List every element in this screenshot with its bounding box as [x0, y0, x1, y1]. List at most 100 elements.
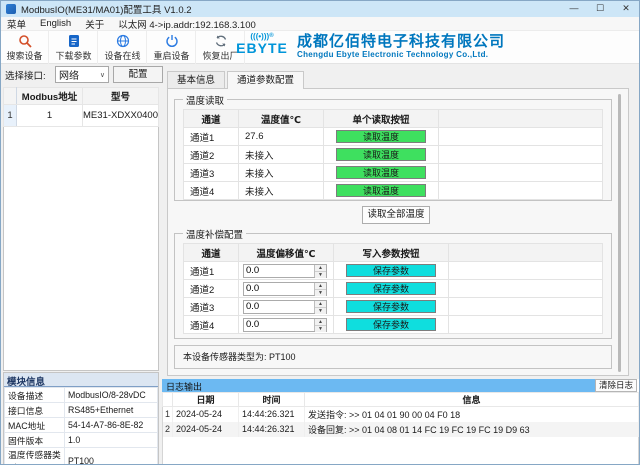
- spin-down-icon[interactable]: ▼: [315, 272, 326, 278]
- interface-select-value: 网络: [59, 67, 79, 82]
- device-row[interactable]: 1 1 ME31-XDXX0400: [4, 104, 159, 126]
- save-params-button[interactable]: 保存参数: [346, 282, 436, 295]
- offset-input[interactable]: [244, 301, 314, 313]
- col-model: 型号: [83, 88, 159, 105]
- menu-item-about[interactable]: 关于: [85, 17, 104, 31]
- offset-input[interactable]: [244, 283, 314, 295]
- search-icon: [18, 34, 32, 48]
- window-controls: — ☐ ✕: [561, 1, 639, 17]
- log-title: 日志输出: [162, 379, 596, 392]
- page-scrollbar[interactable]: [618, 94, 621, 372]
- toolbar-button-label: 下载参数: [55, 49, 91, 62]
- chevron-down-icon: ∨: [100, 71, 105, 79]
- toolbar-button-label: 重启设备: [153, 49, 189, 62]
- module-info-table: 设备描述ModbusIO/8-28vDC 接口信息RS485+Ethernet …: [4, 387, 158, 465]
- channel-label: 通道1: [184, 262, 239, 280]
- read-all-temps-button[interactable]: 读取全部温度: [362, 206, 430, 224]
- temp-value: 未接入: [239, 146, 324, 164]
- title-bar: ModbusIO(ME31/MA01)配置工具 V1.0.2 — ☐ ✕: [1, 1, 639, 17]
- tab-channel-params[interactable]: 通道参数配置: [227, 71, 304, 89]
- menu-item-ethernet-ip[interactable]: 以太网 4->ip.addr:192.168.3.100: [118, 17, 256, 31]
- log-table-header: 日期 时间 信息: [163, 393, 639, 407]
- module-info-title: 模块信息: [4, 373, 158, 387]
- log-row-number: 2: [163, 422, 173, 437]
- col-empty: [449, 244, 603, 262]
- info-value: ModbusIO/8-28vDC: [65, 388, 158, 403]
- clear-log-button[interactable]: 清除日志: [595, 379, 637, 392]
- registered-mark: ®: [269, 33, 273, 39]
- temp-read-row: 通道4 未接入 读取温度: [184, 182, 603, 200]
- menu-item-english[interactable]: English: [40, 18, 71, 29]
- save-params-button[interactable]: 保存参数: [346, 318, 436, 331]
- sensor-type-note: 本设备传感器类型为: PT100: [174, 345, 612, 369]
- interface-select[interactable]: 网络 ∨: [55, 66, 109, 83]
- offset-input[interactable]: [244, 319, 314, 331]
- spin-up-icon[interactable]: ▲: [315, 283, 326, 290]
- col-write-button: 写入参数按钮: [334, 244, 449, 262]
- spin-up-icon[interactable]: ▲: [315, 301, 326, 308]
- temp-read-header: 通道 温度值℃ 单个读取按钮: [184, 110, 603, 128]
- device-modbus-address: 1: [17, 104, 83, 126]
- read-temp-button[interactable]: 读取温度: [336, 184, 426, 197]
- interface-label: 选择接口:: [5, 68, 46, 82]
- save-params-button[interactable]: 保存参数: [346, 264, 436, 277]
- minimize-button[interactable]: —: [561, 1, 587, 17]
- channel-label: 通道4: [184, 182, 239, 200]
- module-info-row: MAC地址54-14-A7-86-8E-82: [5, 418, 158, 433]
- refresh-icon: [214, 34, 228, 48]
- read-temp-button[interactable]: 读取温度: [336, 166, 426, 179]
- spin-up-icon[interactable]: ▲: [315, 319, 326, 326]
- log-date: 2024-05-24: [173, 407, 239, 422]
- log-message: 设备回复: >> 01 04 08 01 14 FC 19 FC 19 FC 1…: [305, 422, 639, 437]
- ebyte-wordmark: EBYTE: [231, 41, 293, 55]
- info-label: MAC地址: [5, 418, 65, 433]
- info-label: 接口信息: [5, 403, 65, 418]
- close-button[interactable]: ✕: [613, 1, 639, 17]
- maximize-button[interactable]: ☐: [587, 1, 613, 17]
- temp-value: 未接入: [239, 182, 324, 200]
- save-params-button[interactable]: 保存参数: [346, 300, 436, 313]
- config-button[interactable]: 配置: [113, 66, 163, 83]
- temp-comp-group: 温度补偿配置 通道 温度偏移值℃ 写入参数按钮 通道1 ▲▼ 保存参数 通道2 …: [174, 233, 612, 339]
- app-window: ModbusIO(ME31/MA01)配置工具 V1.0.2 — ☐ ✕ 菜单 …: [0, 0, 640, 465]
- globe-icon: [116, 34, 130, 48]
- download-params-button[interactable]: 下载参数: [50, 31, 98, 64]
- offset-input[interactable]: [244, 265, 314, 277]
- module-info-panel: 模块信息 设备描述ModbusIO/8-28vDC 接口信息RS485+Ethe…: [3, 372, 159, 465]
- channel-label: 通道2: [184, 280, 239, 298]
- tab-basic-info[interactable]: 基本信息: [167, 71, 225, 88]
- channel-params-page: 温度读取 通道 温度值℃ 单个读取按钮 通道1 27.6 读取温度 通道2 未接…: [167, 88, 629, 376]
- log-empty-area: [163, 437, 639, 465]
- info-label: 温度传感器类型: [5, 448, 65, 465]
- info-label: 设备描述: [5, 388, 65, 403]
- spin-down-icon[interactable]: ▼: [315, 326, 326, 332]
- device-online-button[interactable]: 设备在线: [99, 31, 147, 64]
- toolbar-button-label: 设备在线: [104, 49, 140, 62]
- spin-down-icon[interactable]: ▼: [315, 290, 326, 296]
- spin-up-icon[interactable]: ▲: [315, 265, 326, 272]
- device-model: ME31-XDXX0400: [83, 104, 159, 126]
- col-offset-value: 温度偏移值℃: [239, 244, 334, 262]
- read-temp-button[interactable]: 读取温度: [336, 130, 426, 143]
- log-message: 发送指令: >> 01 04 01 90 00 04 F0 18: [305, 407, 639, 422]
- toolbar-button-label: 搜索设备: [6, 49, 42, 62]
- channel-label: 通道4: [184, 316, 239, 334]
- log-row[interactable]: 1 2024-05-24 14:44:26.321 发送指令: >> 01 04…: [163, 407, 639, 422]
- channel-label: 通道2: [184, 146, 239, 164]
- restart-device-button[interactable]: 重启设备: [148, 31, 196, 64]
- search-device-button[interactable]: 搜索设备: [1, 31, 49, 64]
- app-icon: [6, 4, 16, 14]
- read-temp-button[interactable]: 读取温度: [336, 148, 426, 161]
- log-row[interactable]: 2 2024-05-24 14:44:26.321 设备回复: >> 01 04…: [163, 422, 639, 437]
- log-date: 2024-05-24: [173, 422, 239, 437]
- menu-item-menu[interactable]: 菜单: [7, 17, 26, 31]
- spin-down-icon[interactable]: ▼: [315, 308, 326, 314]
- col-modbus-address: Modbus地址: [17, 88, 83, 105]
- module-info-row: 温度传感器类型PT100: [5, 448, 158, 465]
- company-name-cn: 成都亿佰特电子科技有限公司: [297, 33, 505, 50]
- info-value: 54-14-A7-86-8E-82: [65, 418, 158, 433]
- company-name: 成都亿佰特电子科技有限公司 Chengdu Ebyte Electronic T…: [297, 33, 505, 59]
- info-value: RS485+Ethernet: [65, 403, 158, 418]
- row-number-header: [163, 393, 173, 407]
- temp-comp-title: 温度补偿配置: [183, 227, 246, 241]
